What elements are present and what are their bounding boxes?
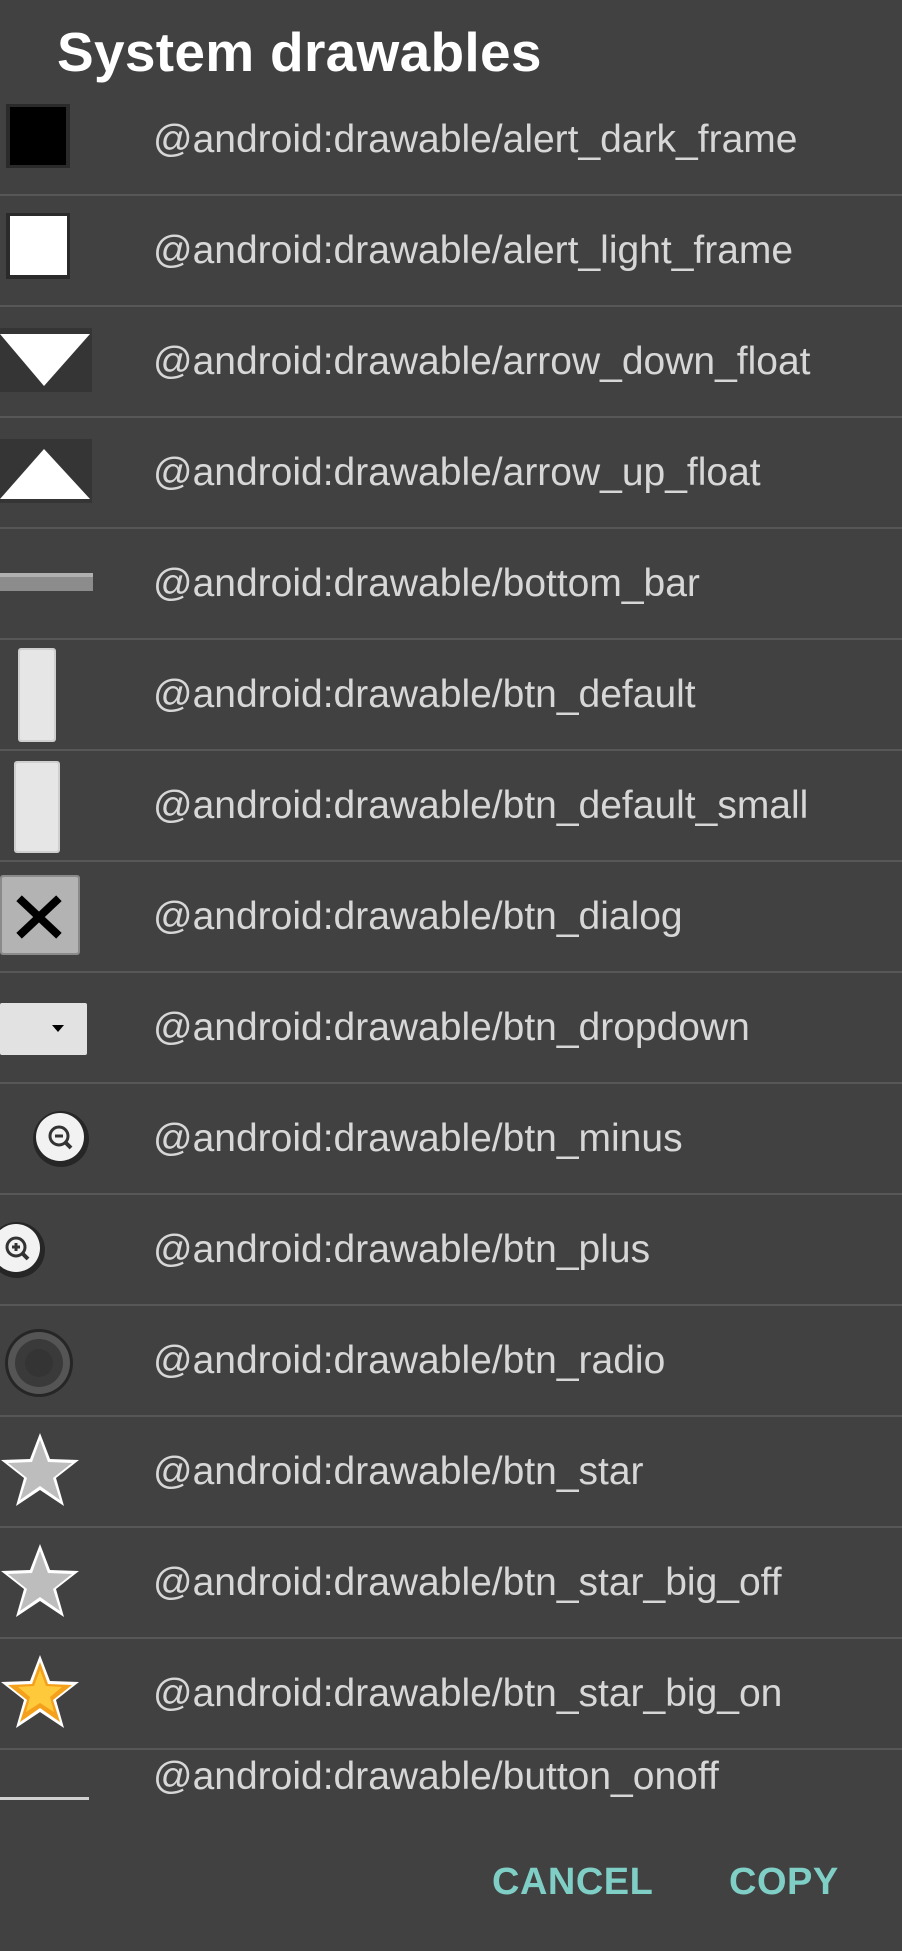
btn-star-big-on-icon (0, 1640, 110, 1750)
list-item[interactable]: @android:drawable/btn_plus (0, 1196, 902, 1306)
copy-button[interactable]: COPY (729, 1857, 839, 1907)
list-item-label: @android:drawable/btn_star (153, 1450, 644, 1493)
list-item-label: @android:drawable/arrow_down_float (153, 340, 811, 383)
list-item-label: @android:drawable/arrow_up_float (153, 451, 761, 494)
list-item-label: @android:drawable/alert_dark_frame (153, 118, 798, 161)
btn-dialog-icon (0, 863, 110, 973)
list-item[interactable]: @android:drawable/alert_dark_frame (0, 86, 902, 196)
list-item-label: @android:drawable/btn_star_big_off (153, 1561, 782, 1604)
list-item-label: @android:drawable/btn_default_small (153, 784, 809, 827)
list-item[interactable]: @android:drawable/btn_radio (0, 1307, 902, 1417)
cancel-button[interactable]: CANCEL (492, 1857, 653, 1907)
list-item-label: @android:drawable/btn_radio (153, 1339, 666, 1382)
list-item[interactable]: @android:drawable/bottom_bar (0, 530, 902, 640)
list-item[interactable]: @android:drawable/arrow_down_float (0, 308, 902, 418)
list-item[interactable]: @android:drawable/btn_minus (0, 1085, 902, 1195)
list-item[interactable]: @android:drawable/btn_default (0, 641, 902, 751)
drawable-list[interactable]: @android:drawable/alert_dark_frame @andr… (0, 86, 902, 1806)
alert-light-frame-icon (0, 197, 110, 307)
btn-star-icon (0, 1418, 110, 1528)
list-item-label: @android:drawable/btn_star_big_on (153, 1672, 783, 1715)
alert-dark-frame-icon (0, 86, 110, 196)
btn-default-icon (0, 641, 110, 751)
list-item[interactable]: @android:drawable/btn_star_big_on (0, 1640, 902, 1750)
list-item[interactable]: @android:drawable/button_onoff (0, 1751, 902, 1806)
list-item[interactable]: @android:drawable/btn_star_big_off (0, 1529, 902, 1639)
list-item-label: @android:drawable/bottom_bar (153, 562, 700, 605)
arrow-up-float-icon (0, 419, 110, 529)
btn-default-small-icon (0, 752, 110, 862)
list-item[interactable]: @android:drawable/arrow_up_float (0, 419, 902, 529)
list-item-label: @android:drawable/btn_minus (153, 1117, 683, 1160)
btn-radio-icon (0, 1307, 110, 1417)
list-item[interactable]: @android:drawable/btn_default_small (0, 752, 902, 862)
button-onoff-icon (0, 1751, 110, 1806)
list-item-label: @android:drawable/btn_plus (153, 1228, 651, 1271)
list-item[interactable]: @android:drawable/alert_light_frame (0, 197, 902, 307)
list-item[interactable]: @android:drawable/btn_dropdown (0, 974, 902, 1084)
list-item-label: @android:drawable/btn_dropdown (153, 1006, 750, 1049)
bottom-bar-icon (0, 530, 110, 640)
list-item-label: @android:drawable/button_onoff (153, 1755, 719, 1798)
dialog-title: System drawables (57, 21, 542, 83)
btn-star-big-off-icon (0, 1529, 110, 1639)
list-item-label: @android:drawable/btn_default (153, 673, 696, 716)
list-item-label: @android:drawable/btn_dialog (153, 895, 683, 938)
list-item[interactable]: @android:drawable/btn_dialog (0, 863, 902, 973)
list-item[interactable]: @android:drawable/btn_star (0, 1418, 902, 1528)
list-item-label: @android:drawable/alert_light_frame (153, 229, 794, 272)
btn-dropdown-icon (0, 974, 110, 1084)
btn-plus-icon (0, 1196, 110, 1306)
arrow-down-float-icon (0, 308, 110, 418)
btn-minus-icon (0, 1085, 110, 1195)
